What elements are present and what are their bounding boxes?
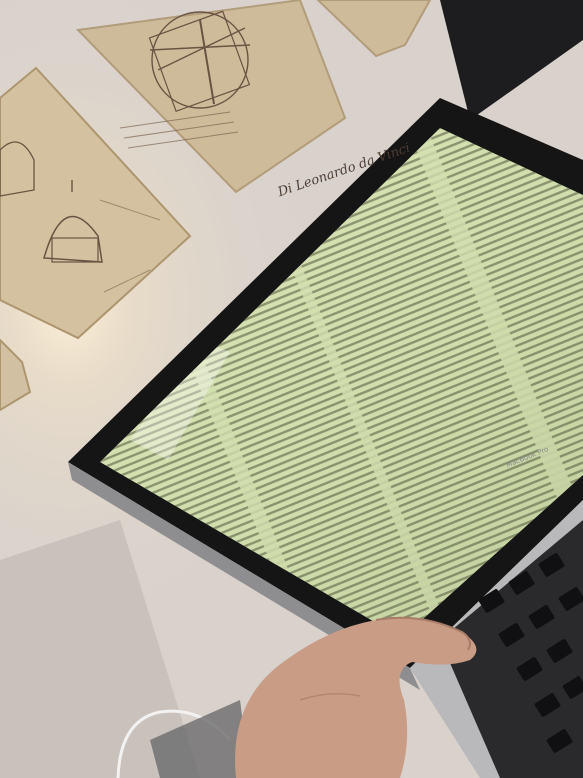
photo-scene <box>0 0 583 778</box>
